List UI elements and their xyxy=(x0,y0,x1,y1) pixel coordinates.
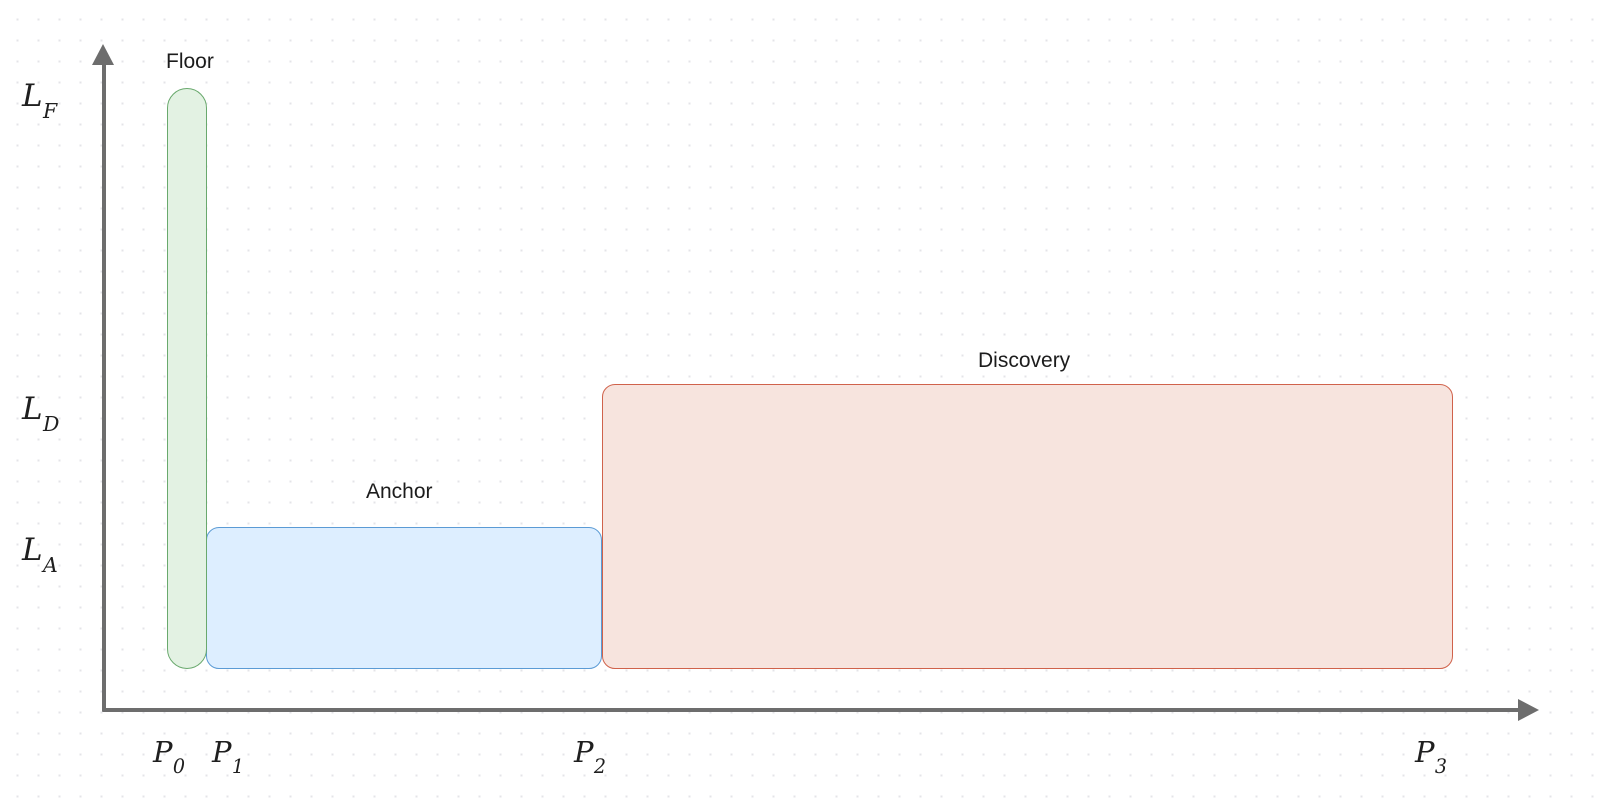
interval-box-floor[interactable] xyxy=(167,88,207,669)
x-tick-label-P1: P1 xyxy=(212,735,244,777)
x-tick-sub-P2: 2 xyxy=(593,755,607,778)
up-arrow-icon xyxy=(92,44,114,65)
y-tick-sub-LA: A xyxy=(43,552,58,577)
interval-label-anchor: Anchor xyxy=(366,480,433,503)
y-axis-line xyxy=(102,62,106,711)
interval-box-anchor[interactable] xyxy=(206,527,602,669)
y-tick-base-LF: L xyxy=(22,78,43,114)
diagram-canvas: LF LD LA P0 P1 P2 P3 Floor Anchor Discov… xyxy=(0,0,1600,812)
x-tick-label-P0: P0 xyxy=(153,735,185,777)
interval-label-floor: Floor xyxy=(166,50,214,73)
x-tick-base-P1: P xyxy=(212,735,232,769)
x-tick-label-P3: P3 xyxy=(1415,735,1447,777)
x-tick-sub-P1: 1 xyxy=(231,755,245,778)
x-tick-base-P2: P xyxy=(574,735,594,769)
x-tick-sub-P3: 3 xyxy=(1434,755,1448,778)
y-tick-sub-LD: D xyxy=(43,411,60,436)
y-tick-label-LD: LD xyxy=(22,391,59,434)
x-tick-sub-P0: 0 xyxy=(172,755,186,778)
interval-label-discovery: Discovery xyxy=(978,349,1071,372)
y-tick-label-LA: LA xyxy=(22,532,58,575)
x-tick-base-P3: P xyxy=(1415,735,1435,769)
interval-box-discovery[interactable] xyxy=(602,384,1453,669)
right-arrow-icon xyxy=(1518,699,1539,721)
y-tick-base-LD: L xyxy=(22,391,43,427)
y-tick-sub-LF: F xyxy=(43,98,58,123)
x-axis-line xyxy=(102,708,1532,712)
x-tick-base-P0: P xyxy=(153,735,173,769)
y-tick-base-LA: L xyxy=(22,532,43,568)
x-tick-label-P2: P2 xyxy=(574,735,606,777)
y-tick-label-LF: LF xyxy=(22,78,57,121)
